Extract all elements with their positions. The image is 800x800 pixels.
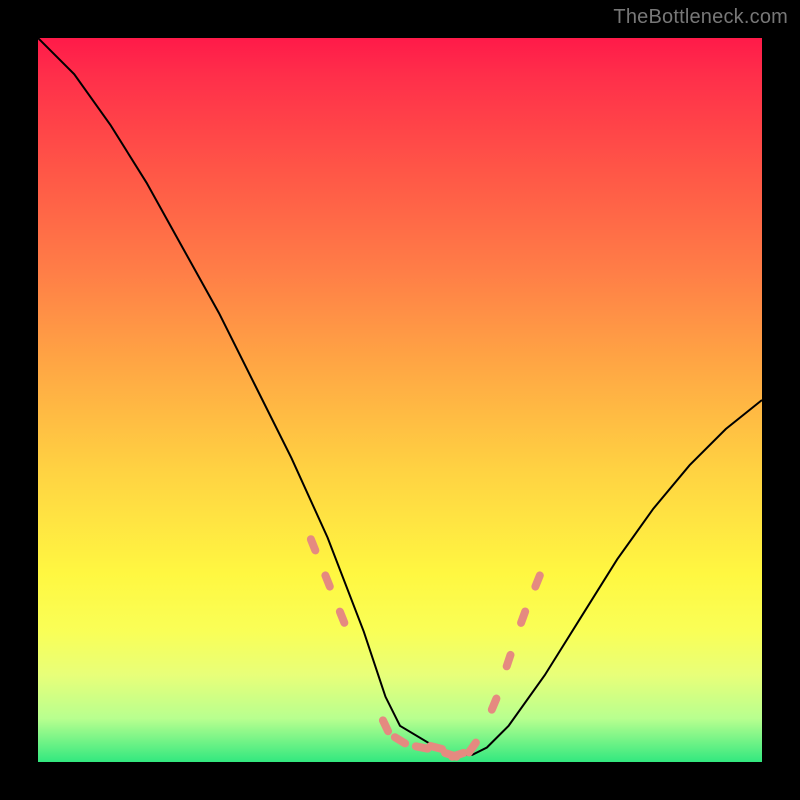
plot-area (38, 38, 762, 762)
marker-dash (389, 732, 410, 749)
curve-line (38, 38, 762, 755)
highlight-markers (306, 534, 545, 762)
watermark-text: TheBottleneck.com (613, 6, 788, 29)
marker-dash (502, 650, 516, 672)
chart-container: TheBottleneck.com (0, 0, 800, 800)
marker-dash (516, 606, 530, 628)
marker-dash (530, 570, 545, 592)
bottleneck-curve (38, 38, 762, 755)
marker-dash (378, 715, 394, 737)
marker-dash (306, 534, 321, 556)
curve-svg (38, 38, 762, 762)
marker-dash (487, 693, 502, 715)
marker-dash (335, 606, 350, 628)
marker-dash (320, 570, 335, 592)
